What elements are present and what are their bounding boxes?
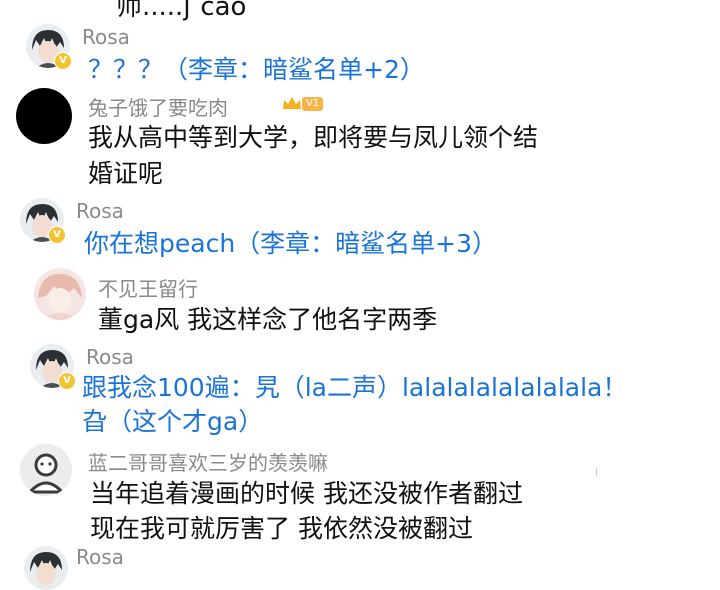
anime-avatar[interactable] <box>34 268 86 320</box>
v-verified-badge: V <box>58 372 76 390</box>
comment-text: 旮（这个才ga） <box>82 407 264 436</box>
comment-text: 跟我念100遍：旯（la二声）lalalalalalalalala！ <box>82 373 628 402</box>
default-user-avatar[interactable] <box>20 444 72 496</box>
username[interactable]: 兔子饿了要吃肉 <box>88 92 228 121</box>
v-verified-badge: V <box>54 52 72 70</box>
v-verified-badge: V <box>48 226 66 244</box>
cut-off-comment-text: 师.....ʃ cao <box>116 0 247 22</box>
crown-icon <box>283 97 301 109</box>
username[interactable]: Rosa <box>76 545 124 569</box>
comment-text: 你在想peach（李章：暗鲨名单+3） <box>84 229 498 258</box>
username[interactable]: Rosa <box>76 199 124 223</box>
username[interactable]: Rosa <box>86 345 134 369</box>
comment-text: 婚证呢 <box>88 159 164 188</box>
comment-text: 我从高中等到大学，即将要与凤儿领个结 <box>88 123 539 152</box>
comment-text: 董ga风 我这样念了他名字两季 <box>98 305 438 334</box>
comment-text: ？？？（李章：暗鲨名单+2） <box>88 55 425 84</box>
level-badge: V1 <box>302 97 324 111</box>
black-avatar[interactable] <box>16 88 72 144</box>
username[interactable]: 不见王留行 <box>98 273 198 302</box>
username[interactable]: 蓝二哥哥喜欢三岁的羡羡嘛 <box>88 447 328 476</box>
rosa-avatar[interactable] <box>24 546 68 590</box>
comment-text: 当年追着漫画的时候 我还没被作者翻过 <box>90 479 523 508</box>
username[interactable]: Rosa <box>82 25 130 49</box>
divider-mark <box>596 468 597 476</box>
comment-text: 现在我可就厉害了 我依然没被翻过 <box>90 514 473 543</box>
